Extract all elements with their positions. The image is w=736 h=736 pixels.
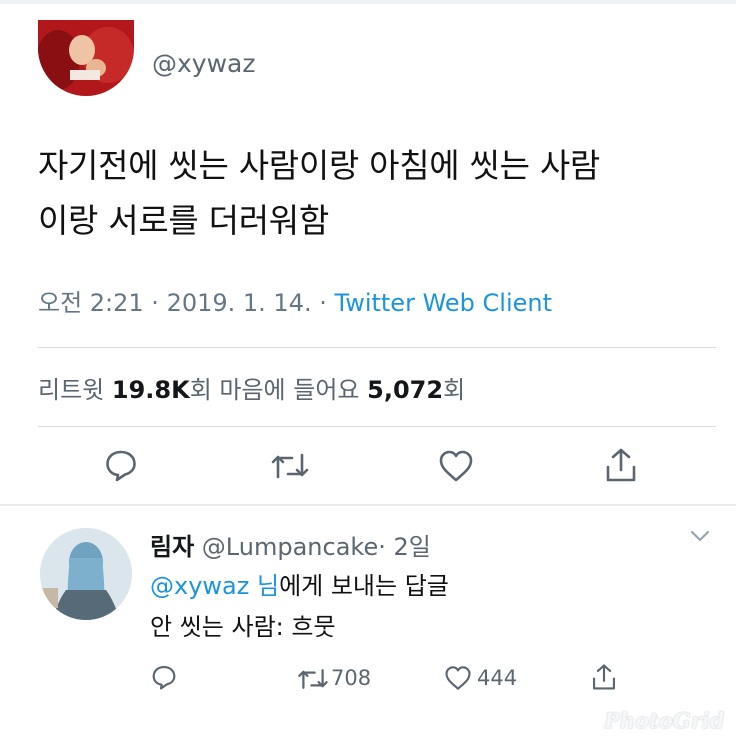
- retweet-arrows-icon: [298, 669, 328, 689]
- author-handle[interactable]: @xywaz: [152, 49, 255, 78]
- reply-author-name[interactable]: 림자: [150, 533, 194, 561]
- author-avatar[interactable]: [38, 20, 134, 96]
- speech-bubble-icon: [152, 665, 176, 690]
- like-label: 회 마음에 들어요: [189, 376, 368, 404]
- retweet-count[interactable]: 19.8K: [112, 376, 190, 404]
- retweet-button[interactable]: [270, 450, 310, 482]
- share-upload-icon: [592, 664, 616, 690]
- divider: [38, 426, 716, 427]
- heart-icon: [445, 666, 471, 690]
- more-options-button[interactable]: [690, 528, 710, 547]
- reply-like-count: 444: [477, 666, 518, 690]
- tweet-client-link[interactable]: Twitter Web Client: [335, 289, 553, 317]
- reply-header: 림자 @Lumpancake· 2일: [150, 527, 431, 562]
- share-button[interactable]: [604, 447, 638, 483]
- reply-author-handle[interactable]: @Lumpancake: [194, 533, 378, 561]
- section-divider: [0, 504, 736, 506]
- like-suffix: 회: [443, 376, 466, 404]
- like-count[interactable]: 5,072: [367, 376, 443, 404]
- replying-to: @xywaz 님에게 보내는 답글: [150, 566, 449, 601]
- tweet-text-line: 이랑 서로를 더러워함: [38, 201, 329, 240]
- retweet-arrows-icon: [271, 453, 309, 479]
- divider: [38, 347, 716, 348]
- top-divider: [0, 0, 736, 4]
- reply-retweet-count: 708: [331, 666, 372, 690]
- reply-share-button[interactable]: [591, 663, 617, 691]
- tweet-text: 자기전에 씻는 사람이랑 아침에 씻는 사람 이랑 서로를 더러워함: [38, 138, 708, 248]
- replying-to-suffix: 에게 보내는 답글: [279, 572, 449, 600]
- reply-reply-button[interactable]: [151, 664, 177, 690]
- reply-author-avatar[interactable]: [40, 528, 132, 620]
- tweet-meta: 오전 2:21 · 2019. 1. 14. · Twitter Web Cli…: [38, 283, 552, 318]
- tweet-text-line: 자기전에 씻는 사람이랑 아침에 씻는 사람: [38, 146, 600, 185]
- reply-retweet-button[interactable]: [297, 666, 329, 692]
- reply-timestamp[interactable]: · 2일: [378, 533, 431, 561]
- tweet-stats: 리트윗 19.8K회 마음에 들어요 5,072회: [38, 370, 465, 405]
- reply-like-button[interactable]: [444, 665, 472, 691]
- reply-text: 안 씻는 사람: 흐뭇: [150, 613, 336, 641]
- speech-bubble-icon: [106, 450, 136, 482]
- mention-link[interactable]: @xywaz 님: [150, 572, 279, 600]
- reply-button[interactable]: [104, 448, 138, 482]
- like-button[interactable]: [438, 449, 474, 483]
- photogrid-watermark: PhotoGrid: [604, 708, 725, 733]
- retweet-label: 리트윗: [38, 376, 112, 404]
- share-upload-icon: [606, 448, 636, 482]
- tweet-timestamp[interactable]: 오전 2:21 · 2019. 1. 14. ·: [38, 289, 335, 317]
- chevron-down-icon: [690, 530, 710, 542]
- heart-icon: [439, 450, 473, 482]
